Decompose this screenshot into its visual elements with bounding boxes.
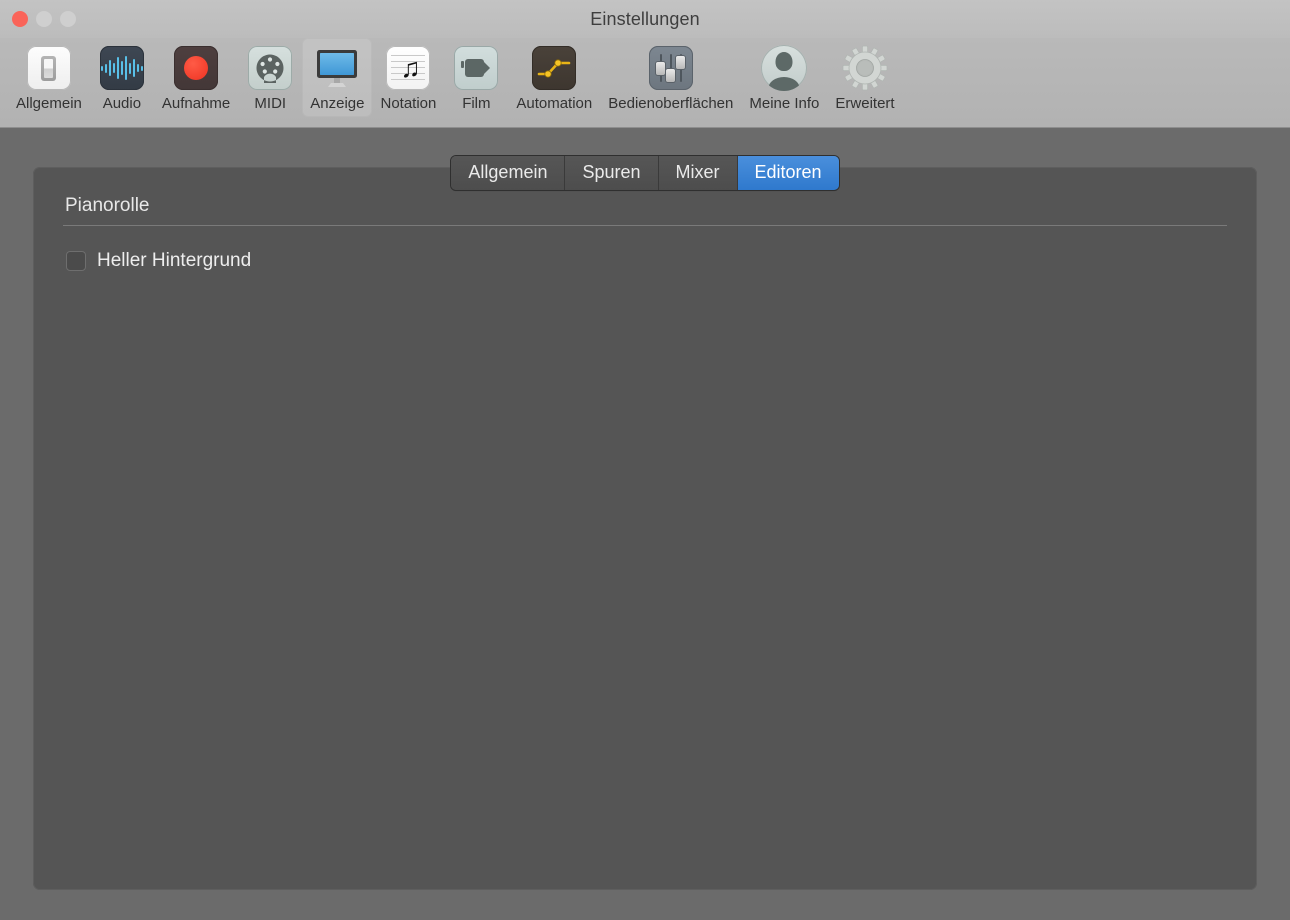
tab-spuren[interactable]: Spuren xyxy=(565,156,658,190)
user-avatar-icon xyxy=(760,44,808,92)
tab-mixer[interactable]: Mixer xyxy=(659,156,738,190)
toolbar-label-audio: Audio xyxy=(103,95,141,113)
preferences-window: Einstellungen Allgemein xyxy=(0,0,1290,920)
toolbar-label-meine-info: Meine Info xyxy=(749,95,819,113)
toolbar-item-bedienoberflaechen[interactable]: Bedienoberflächen xyxy=(600,38,741,117)
toolbar-label-bedienoberflaechen: Bedienoberflächen xyxy=(608,95,733,113)
preferences-toolbar: Allgemein Audio Aufnahme xyxy=(0,38,1290,128)
toolbar-item-midi[interactable]: MIDI xyxy=(238,38,302,117)
music-note-staff-icon: ♫ xyxy=(384,44,432,92)
toolbar-label-anzeige: Anzeige xyxy=(310,95,364,113)
maximize-button[interactable] xyxy=(60,11,76,27)
toolbar-item-audio[interactable]: Audio xyxy=(90,38,154,117)
video-camera-icon xyxy=(452,44,500,92)
settings-panel: Pianorolle Heller Hintergrund xyxy=(33,167,1257,890)
title-bar: Einstellungen xyxy=(0,0,1290,38)
tab-allgemein[interactable]: Allgemein xyxy=(451,156,565,190)
close-button[interactable] xyxy=(12,11,28,27)
toolbar-label-film: Film xyxy=(462,95,490,113)
faders-icon xyxy=(647,44,695,92)
toolbar-label-midi: MIDI xyxy=(254,95,286,113)
display-monitor-icon xyxy=(313,44,361,92)
light-switch-icon xyxy=(25,44,73,92)
toolbar-label-notation: Notation xyxy=(380,95,436,113)
toolbar-item-erweitert[interactable]: Erweitert xyxy=(827,38,902,117)
window-title: Einstellungen xyxy=(0,9,1290,30)
toolbar-label-aufnahme: Aufnahme xyxy=(162,95,230,113)
toolbar-item-film[interactable]: Film xyxy=(444,38,508,117)
group-divider xyxy=(63,225,1227,226)
group-title-pianorolle: Pianorolle xyxy=(63,195,1227,217)
minimize-button[interactable] xyxy=(36,11,52,27)
tab-bar: Allgemein Spuren Mixer Editoren xyxy=(451,156,838,190)
midi-connector-icon xyxy=(246,44,294,92)
toolbar-item-notation[interactable]: ♫ Notation xyxy=(372,38,444,117)
toolbar-item-aufnahme[interactable]: Aufnahme xyxy=(154,38,238,117)
audio-waveform-icon xyxy=(98,44,146,92)
automation-curve-icon xyxy=(530,44,578,92)
window-controls xyxy=(12,11,76,27)
checkbox-label-heller-hintergrund: Heller Hintergrund xyxy=(97,250,251,272)
content-area: Allgemein Spuren Mixer Editoren Pianorol… xyxy=(0,128,1290,920)
toolbar-item-automation[interactable]: Automation xyxy=(508,38,600,117)
tab-editoren[interactable]: Editoren xyxy=(738,156,839,190)
toolbar-label-allgemein: Allgemein xyxy=(16,95,82,113)
option-heller-hintergrund[interactable]: Heller Hintergrund xyxy=(63,250,1227,272)
checkbox-heller-hintergrund[interactable] xyxy=(66,251,86,271)
toolbar-label-automation: Automation xyxy=(516,95,592,113)
toolbar-item-anzeige[interactable]: Anzeige xyxy=(302,38,372,117)
toolbar-item-meine-info[interactable]: Meine Info xyxy=(741,38,827,117)
toolbar-item-allgemein[interactable]: Allgemein xyxy=(8,38,90,117)
gear-icon xyxy=(841,44,889,92)
record-dot-icon xyxy=(172,44,220,92)
toolbar-label-erweitert: Erweitert xyxy=(835,95,894,113)
